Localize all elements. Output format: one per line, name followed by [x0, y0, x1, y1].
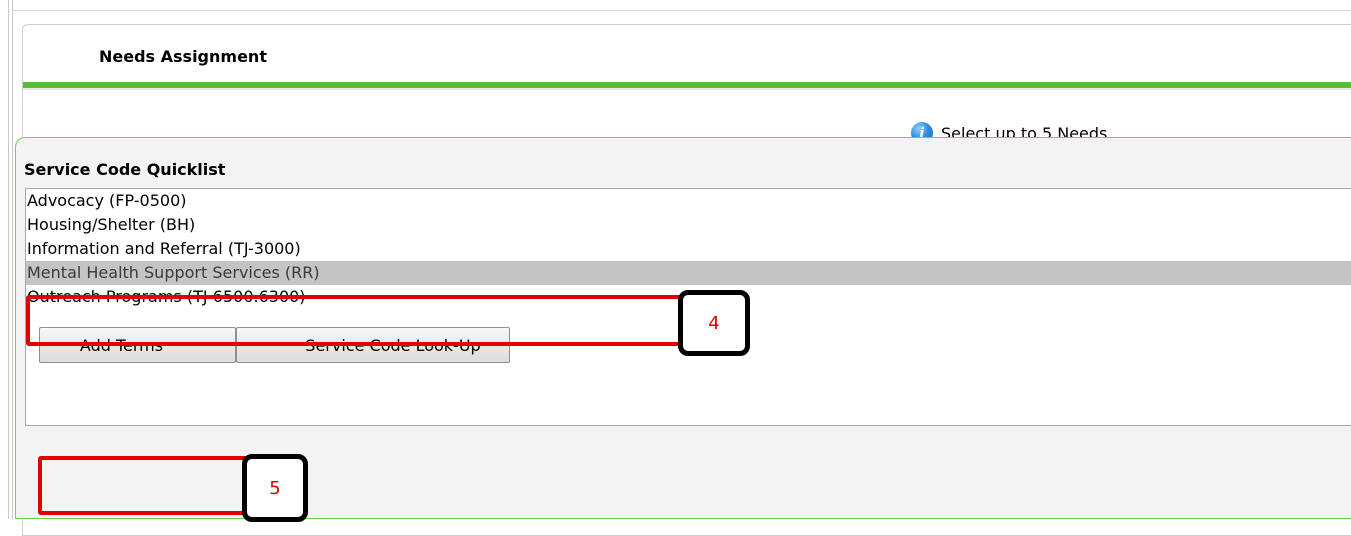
list-item[interactable]: Housing/Shelter (BH) [26, 213, 1351, 237]
panel-title: Needs Assignment [99, 47, 267, 66]
outer-frame-border-inner [12, 0, 13, 519]
highlight-selected-item [26, 295, 698, 346]
top-divider [12, 0, 1351, 11]
list-item[interactable]: Information and Referral (TJ-3000) [26, 237, 1351, 261]
panel-header-bar [23, 82, 1351, 90]
list-item[interactable]: Advocacy (FP-0500) [26, 189, 1351, 213]
step-callout-4: 4 [678, 290, 750, 356]
list-item-selected[interactable]: Mental Health Support Services (RR) [26, 261, 1351, 285]
step-callout-5: 5 [242, 454, 308, 522]
outer-frame-border [8, 0, 9, 519]
quicklist-title: Service Code Quicklist [24, 160, 226, 179]
highlight-add-terms [38, 456, 262, 515]
